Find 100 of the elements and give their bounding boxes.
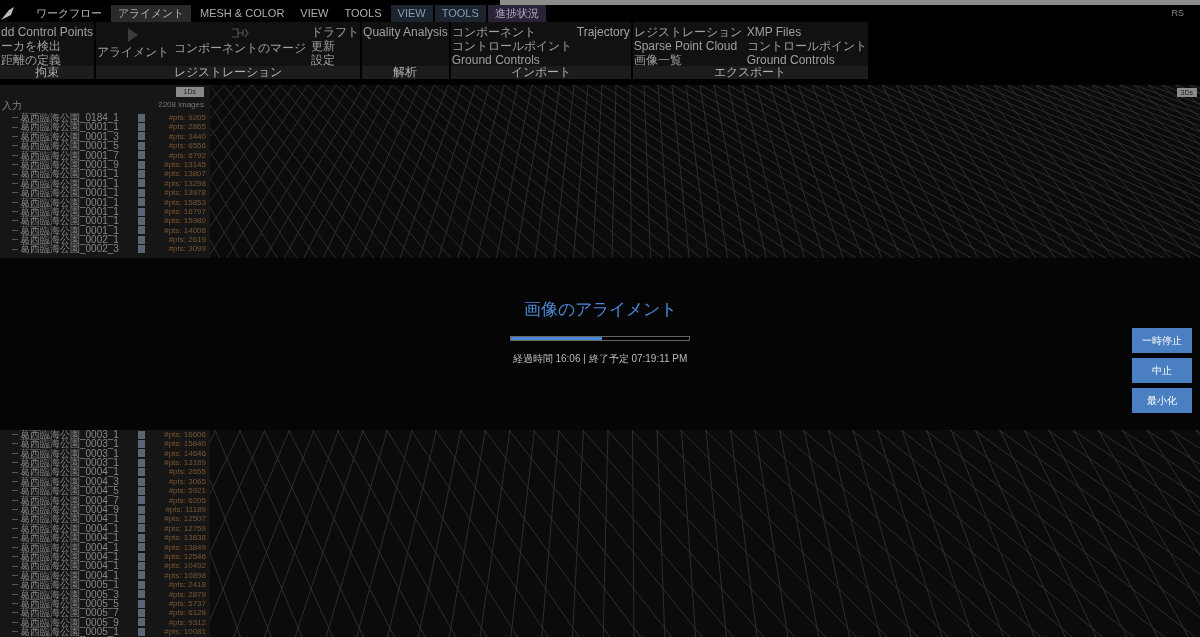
ribbon-item[interactable]: Ground Controls (451, 53, 572, 66)
ribbon-item[interactable]: 更新 (311, 39, 360, 53)
points-count: #pts: 12546 (164, 551, 206, 562)
points-count: #pts: 6792 (168, 150, 206, 160)
image-name[interactable]: 葛西臨海公園_0001_1 (20, 225, 138, 236)
points-count: #pts: 11189 (165, 505, 206, 515)
ribbon-item[interactable]: XMP Files (746, 25, 867, 39)
image-name[interactable]: 葛西臨海公園_0002_1 (20, 235, 138, 245)
points-count: #pts: 16606 (164, 429, 206, 440)
image-name[interactable]: 葛西臨海公園_0005_3 (20, 589, 138, 599)
image-name[interactable]: 葛西臨海公園_0001_3 (20, 131, 138, 142)
time-status: 経過時間 16:06 | 終了予定 07:19:11 PM (512, 352, 688, 366)
ribbon-button[interactable]: アライメント (97, 25, 170, 59)
image-name[interactable]: 葛西臨海公園_0001_1 (20, 216, 138, 226)
image-name[interactable]: 葛西臨海公園_0004_7 (20, 495, 138, 505)
image-name[interactable]: 葛西臨海公園_0001_5 (20, 141, 138, 151)
image-name[interactable]: 葛西臨海公園_0004_9 (20, 505, 138, 515)
group-label: 拘束 (0, 66, 95, 79)
points-count: #pts: 14008 (164, 225, 206, 236)
points-count: #pts: 6128 (168, 608, 206, 618)
ribbon-item[interactable]: コンポーネント (451, 25, 572, 39)
dialog-button[interactable]: 一時停止 (1132, 328, 1192, 353)
ribbon-item[interactable]: コントロールポイント (746, 39, 867, 53)
ribbon-item[interactable]: Trajectory (576, 25, 630, 39)
image-name[interactable]: 葛西臨海公園_0003_1 (20, 429, 138, 440)
ribbon-item[interactable]: ドラフト (311, 25, 360, 39)
ribbon-item[interactable]: Sparse Point Cloud (633, 39, 742, 53)
play-icon (127, 27, 140, 43)
image-name[interactable]: 葛西臨海公園_0003_1 (20, 458, 138, 468)
image-name[interactable]: 葛西臨海公園_0004_3 (20, 476, 138, 487)
image-name[interactable]: 葛西臨海公園_0001_7 (20, 150, 138, 160)
ribbon-tab[interactable]: VIEW (390, 5, 433, 22)
image-name[interactable]: 葛西臨海公園_0004_5 (20, 486, 138, 496)
image-name[interactable]: 葛西臨海公園_0005_1 (20, 580, 138, 590)
image-name[interactable]: 葛西臨海公園_0184_1 (20, 113, 138, 123)
ribbon-item[interactable]: Ground Controls (746, 53, 867, 66)
logo-icon[interactable] (1, 6, 15, 21)
ribbon-tab[interactable]: ワークフロー (29, 5, 109, 22)
image-name[interactable]: 葛西臨海公園_0005_5 (20, 598, 138, 609)
group-label: エクスポート (632, 66, 868, 79)
ribbon-tab[interactable]: VIEW (293, 5, 336, 22)
image-name[interactable]: 葛西臨海公園_0001_9 (20, 159, 138, 170)
dialog-title: 画像のアライメント (523, 300, 677, 320)
image-name[interactable]: 葛西臨海公園_0005_1 (20, 627, 138, 637)
image-name[interactable]: 葛西臨海公園_0004_1 (20, 467, 138, 477)
ribbon-item[interactable]: 距離の定義 (1, 53, 94, 66)
dialog-button[interactable]: 中止 (1132, 358, 1192, 383)
points-count: #pts: 5737 (168, 598, 206, 609)
image-name[interactable]: 葛西臨海公園_0001_1 (20, 178, 138, 189)
image-name[interactable]: 葛西臨海公園_0004_1 (20, 514, 138, 524)
ribbon-item[interactable]: コントロールポイント (451, 39, 572, 53)
points-count: #pts: 3440 (168, 131, 206, 142)
points-count: #pts: 13838 (164, 533, 206, 543)
user-initials[interactable]: RS (1171, 6, 1184, 21)
image-name[interactable]: 葛西臨海公園_0004_1 (20, 533, 138, 543)
points-count: #pts: 3065 (168, 476, 206, 487)
ribbon-tab[interactable]: アライメント (111, 5, 191, 22)
image-name[interactable]: 葛西臨海公園_0001_1 (20, 197, 138, 207)
image-name[interactable]: 葛西臨海公園_0001_1 (20, 169, 138, 179)
ribbon-item[interactable]: ーカを検出 (1, 39, 94, 53)
points-count: #pts: 13978 (164, 188, 206, 198)
points-count: #pts: 2418 (168, 580, 206, 590)
ribbon-item[interactable]: dd Control Points (1, 25, 94, 39)
points-count: #pts: 14646 (164, 448, 206, 459)
ribbon-item[interactable]: Quality Analysis (363, 25, 448, 39)
image-name[interactable]: 葛西臨海公園_0003_1 (20, 439, 138, 449)
ribbon-button[interactable]: コンポーネントのマージ (174, 25, 307, 55)
image-name[interactable]: 葛西臨海公園_0004_1 (20, 523, 138, 534)
image-name[interactable]: 葛西臨海公園_0005_7 (20, 608, 138, 618)
ribbon-tab[interactable]: TOOLS (434, 5, 486, 22)
ribbon-item[interactable]: 画像一覧 (633, 53, 742, 66)
points-count: #pts: 13849 (164, 542, 206, 552)
points-count: #pts: 2619 (168, 235, 206, 245)
points-count: #pts: 13189 (164, 458, 206, 468)
ribbon-item[interactable]: レジストレーション (633, 25, 742, 39)
tree-root[interactable]: 入力 (0, 99, 22, 111)
ribbon-tab[interactable]: TOOLS (337, 5, 389, 22)
ribbon-tab[interactable]: 進捗状況 (487, 5, 546, 22)
dialog-button[interactable]: 最小化 (1132, 388, 1192, 413)
points-count: #pts: 10898 (164, 570, 206, 581)
points-count: #pts: 15853 (164, 197, 206, 207)
points-count: #pts: 6205 (168, 495, 206, 505)
points-count: #pts: 12759 (164, 523, 206, 534)
image-name[interactable]: 葛西臨海公園_0004_1 (20, 551, 138, 562)
points-count: #pts: 6556 (168, 141, 206, 151)
group-label: インポート (450, 66, 631, 79)
image-name[interactable]: 葛西臨海公園_0004_1 (20, 561, 138, 571)
image-name[interactable]: 葛西臨海公園_0002_3 (20, 244, 138, 254)
points-count: #pts: 15840 (164, 439, 206, 449)
image-name[interactable]: 葛西臨海公園_0004_1 (20, 570, 138, 581)
points-count: #pts: 3099 (168, 244, 206, 254)
ribbon-item[interactable]: 設定 (311, 53, 360, 66)
image-name[interactable]: 葛西臨海公園_0001_1 (20, 206, 138, 217)
ribbon-tab[interactable]: MESH & COLOR (193, 5, 292, 22)
group-label: 解析 (362, 66, 449, 79)
image-name[interactable]: 葛西臨海公園_0003_1 (20, 448, 138, 459)
image-name[interactable]: 葛西臨海公園_0001_1 (20, 122, 138, 132)
image-name[interactable]: 葛西臨海公園_0001_1 (20, 188, 138, 198)
image-name[interactable]: 葛西臨海公園_0005_9 (20, 617, 138, 628)
image-name[interactable]: 葛西臨海公園_0004_1 (20, 542, 138, 552)
